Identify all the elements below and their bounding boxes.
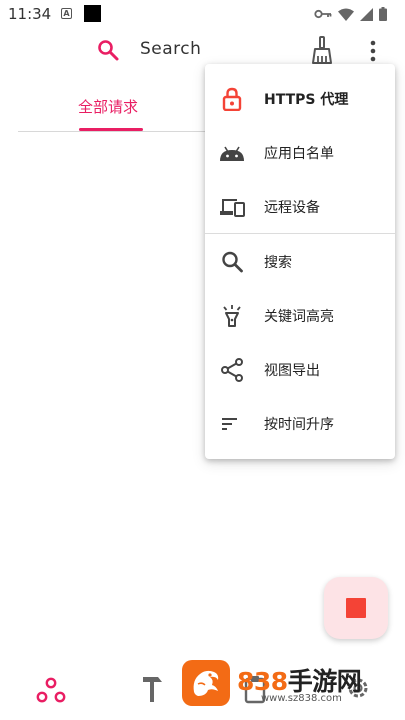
devices-icon — [220, 199, 245, 217]
menu-label: 按时间升序 — [264, 417, 334, 433]
lightbulb-icon — [223, 305, 241, 327]
notification-square-icon — [84, 5, 101, 22]
status-icons — [314, 7, 387, 21]
sort-icon — [222, 418, 237, 430]
menu-label: 远程设备 — [264, 200, 320, 216]
signal-icon — [360, 7, 373, 21]
dragon-logo-icon — [193, 670, 219, 696]
menu-label: 视图导出 — [264, 363, 320, 379]
tools-hammer-icon[interactable] — [141, 674, 165, 704]
menu-label: 关键词高亮 — [264, 309, 334, 325]
overflow-menu: HTTPS 代理 应用白名单 远程设备 搜索 关键词高亮 视图导出 按时间升序 — [205, 64, 395, 459]
watermark-text: 手游网 — [287, 667, 362, 696]
stop-icon — [346, 598, 366, 618]
status-time: 11:34 — [8, 5, 52, 23]
watermark-logo — [182, 660, 230, 706]
battery-icon — [379, 7, 387, 21]
menu-item-https-proxy[interactable]: HTTPS 代理 — [205, 72, 395, 126]
search-icon[interactable] — [96, 38, 120, 62]
menu-item-remote-devices[interactable]: 远程设备 — [205, 180, 395, 234]
menu-label: 搜索 — [264, 255, 292, 271]
lock-icon — [222, 87, 242, 111]
stop-capture-button[interactable] — [324, 577, 388, 639]
menu-item-app-whitelist[interactable]: 应用白名单 — [205, 126, 395, 180]
watermark-url: www.sz838.com — [261, 693, 342, 704]
menu-item-search[interactable]: 搜索 — [205, 235, 395, 289]
watermark-number: 838 — [237, 667, 288, 696]
menu-label: 应用白名单 — [264, 146, 334, 162]
menu-item-keyword-highlight[interactable]: 关键词高亮 — [205, 289, 395, 343]
search-field[interactable]: Search — [140, 39, 201, 59]
menu-divider — [205, 233, 395, 234]
menu-item-sort-ascending[interactable]: 按时间升序 — [205, 397, 395, 451]
network-icon[interactable] — [36, 676, 66, 704]
android-icon — [220, 146, 244, 161]
site-watermark: 838手游网 www.sz838.com — [182, 660, 382, 708]
a-notification-icon: A — [61, 8, 72, 19]
share-icon — [221, 358, 243, 382]
search-icon — [222, 251, 243, 273]
menu-label: HTTPS 代理 — [264, 92, 349, 108]
status-bar: 11:34 A — [0, 0, 405, 28]
wifi-icon — [338, 8, 354, 21]
clear-broom-icon[interactable] — [309, 36, 335, 64]
tabs-divider — [18, 131, 218, 132]
menu-item-view-export[interactable]: 视图导出 — [205, 343, 395, 397]
vpn-key-icon — [314, 9, 332, 19]
more-vert-icon[interactable] — [363, 38, 383, 64]
tab-all-requests[interactable]: 全部请求 — [78, 96, 138, 117]
